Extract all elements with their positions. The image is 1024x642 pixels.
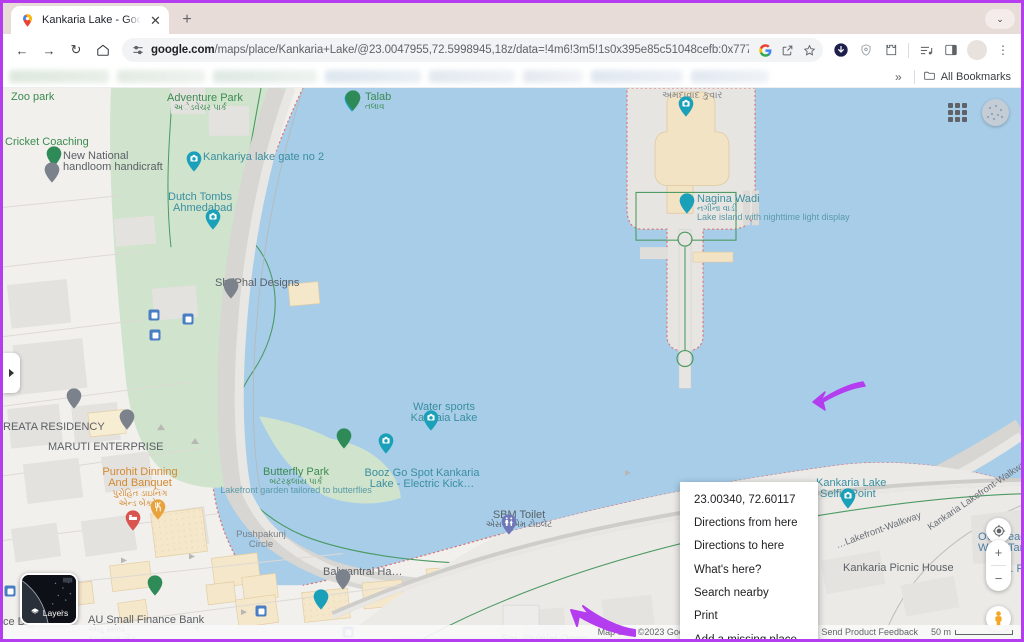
- bookmark-item[interactable]: [117, 70, 205, 83]
- all-bookmarks-button[interactable]: All Bookmarks: [923, 69, 1015, 85]
- zoom-controls[interactable]: + −: [986, 540, 1011, 591]
- navigation-toolbar: ← → ↻ google.com/maps/place/Kankaria+Lak…: [3, 34, 1021, 66]
- zoom-out-button[interactable]: −: [986, 566, 1011, 591]
- map-pin-icon: [20, 13, 35, 28]
- account-avatar[interactable]: [982, 99, 1009, 126]
- google-g-icon[interactable]: [755, 40, 775, 60]
- scale-label: 50 m: [930, 627, 951, 637]
- layers-icon: [30, 607, 40, 619]
- map-pin-watersports[interactable]: [423, 409, 440, 432]
- shield-privacy-icon[interactable]: [854, 38, 878, 62]
- layers-label: Layers: [42, 608, 69, 618]
- transit-stop-icon[interactable]: [182, 313, 194, 325]
- omnibox-actions: [755, 40, 819, 60]
- map-pin-gate2[interactable]: [186, 150, 203, 173]
- url-path: /maps/place/Kankaria+Lake/@23.0047955,72…: [214, 44, 749, 56]
- map-pin-talab[interactable]: [345, 89, 362, 112]
- extensions-icon[interactable]: [879, 38, 903, 62]
- scale-bar-line: [955, 629, 1013, 635]
- context-menu-item-search-nearby[interactable]: Search nearby: [680, 582, 818, 605]
- folder-icon: [923, 69, 936, 85]
- bookmark-item[interactable]: [591, 70, 683, 83]
- side-panel-toggle[interactable]: [3, 353, 20, 393]
- context-menu-item-coordinates[interactable]: 23.00340, 72.60117: [680, 488, 818, 511]
- forward-button[interactable]: →: [36, 37, 62, 63]
- url-text: google.com/maps/place/Kankaria+Lake/@23.…: [151, 44, 749, 56]
- close-tab-icon[interactable]: ✕: [148, 13, 163, 28]
- reading-list-icon[interactable]: [914, 38, 938, 62]
- zoom-in-button[interactable]: +: [986, 540, 1011, 565]
- bookmarks-overflow-button[interactable]: »: [891, 70, 906, 84]
- map-pin-selfie[interactable]: [840, 487, 857, 510]
- map-pin-au-bank[interactable]: [147, 574, 164, 597]
- browser-window: Kankaria Lake - Google Maps ✕ + ⌄ ← → ↻ …: [0, 0, 1024, 642]
- map-geometry: [3, 88, 1021, 639]
- map-pin-balwantrai[interactable]: [335, 568, 352, 591]
- map-context-menu[interactable]: 23.00340, 72.60117 Directions from here Di…: [680, 482, 818, 639]
- site-settings-tune-icon[interactable]: [130, 43, 145, 58]
- bookmark-item[interactable]: [9, 70, 109, 83]
- map-pin-island-cam[interactable]: [678, 95, 695, 118]
- browser-tab[interactable]: Kankaria Lake - Google Maps ✕: [11, 6, 169, 34]
- address-bar[interactable]: google.com/maps/place/Kankaria+Lake/@23.…: [122, 38, 823, 62]
- map-pin-butterfly[interactable]: [336, 427, 353, 450]
- map-pin-restaurant[interactable]: [150, 498, 167, 521]
- bookmark-item[interactable]: [213, 70, 317, 83]
- apps-grid-icon[interactable]: [948, 103, 967, 122]
- map-pin-reata[interactable]: [66, 387, 83, 410]
- map-attribution-bar: Map data ©2023 Google India Terms Privac…: [3, 625, 1021, 639]
- context-menu-item-directions-from[interactable]: Directions from here: [680, 511, 818, 534]
- context-menu-item-add-missing-place[interactable]: Add a missing place: [680, 628, 818, 639]
- map-pin-handloom[interactable]: [44, 161, 61, 184]
- back-button[interactable]: ←: [9, 37, 35, 63]
- context-menu-item-directions-to[interactable]: Directions to here: [680, 535, 818, 558]
- feedback-link[interactable]: Send Product Feedback: [821, 627, 918, 637]
- reload-button[interactable]: ↻: [63, 37, 89, 63]
- map-pin-temple[interactable]: [313, 588, 330, 611]
- bookmark-item[interactable]: [691, 70, 769, 83]
- map-pin-booz[interactable]: [378, 432, 395, 455]
- map-canvas[interactable]: Zoo park Adventure Park અેડવેંચર પાર્ક Tala…: [3, 88, 1021, 639]
- chrome-menu-icon[interactable]: ⋮: [991, 38, 1015, 62]
- profile-avatar[interactable]: [967, 40, 987, 60]
- bookmark-item[interactable]: [325, 70, 421, 83]
- downloads-icon[interactable]: [829, 38, 853, 62]
- bookmark-item[interactable]: [523, 70, 583, 83]
- home-button[interactable]: [90, 37, 116, 63]
- share-tab-icon[interactable]: [777, 40, 797, 60]
- tab-strip: Kankaria Lake - Google Maps ✕ + ⌄: [3, 3, 1021, 34]
- transit-stop-icon[interactable]: [4, 585, 16, 597]
- context-menu-item-print[interactable]: Print: [680, 605, 818, 628]
- all-bookmarks-label: All Bookmarks: [940, 70, 1011, 83]
- map-pin-sbm[interactable]: [501, 513, 518, 536]
- bookmarks-divider: [913, 69, 915, 84]
- bookmark-item[interactable]: [429, 70, 515, 83]
- context-menu-item-whats-here[interactable]: What's here?: [680, 558, 818, 581]
- chevron-right-icon: [9, 368, 14, 378]
- new-tab-button[interactable]: +: [174, 7, 200, 33]
- transit-stop-icon[interactable]: [148, 309, 160, 321]
- map-pin-shriphal[interactable]: [223, 277, 240, 300]
- bookmark-star-icon[interactable]: [799, 40, 819, 60]
- map-pin-dutch[interactable]: [205, 208, 222, 231]
- bookmarks-bar: » All Bookmarks: [3, 66, 1021, 88]
- map-pin-nagina[interactable]: [679, 192, 696, 215]
- url-domain: google.com: [151, 44, 215, 56]
- transit-stop-icon[interactable]: [149, 329, 161, 341]
- side-panel-icon[interactable]: [939, 38, 963, 62]
- transit-stop-icon[interactable]: [255, 605, 267, 617]
- browser-actions: ⋮: [829, 38, 1015, 62]
- layers-button[interactable]: Layers: [20, 573, 78, 625]
- layers-label-group: Layers: [22, 607, 76, 619]
- map-pin-maruti[interactable]: [119, 408, 136, 431]
- tab-title: Kankaria Lake - Google Maps: [42, 14, 141, 26]
- scale-bar: 50 m: [931, 627, 1013, 637]
- window-controls-button[interactable]: ⌄: [985, 9, 1015, 29]
- toolbar-divider: [908, 42, 909, 58]
- map-pin-hotel[interactable]: [125, 509, 142, 532]
